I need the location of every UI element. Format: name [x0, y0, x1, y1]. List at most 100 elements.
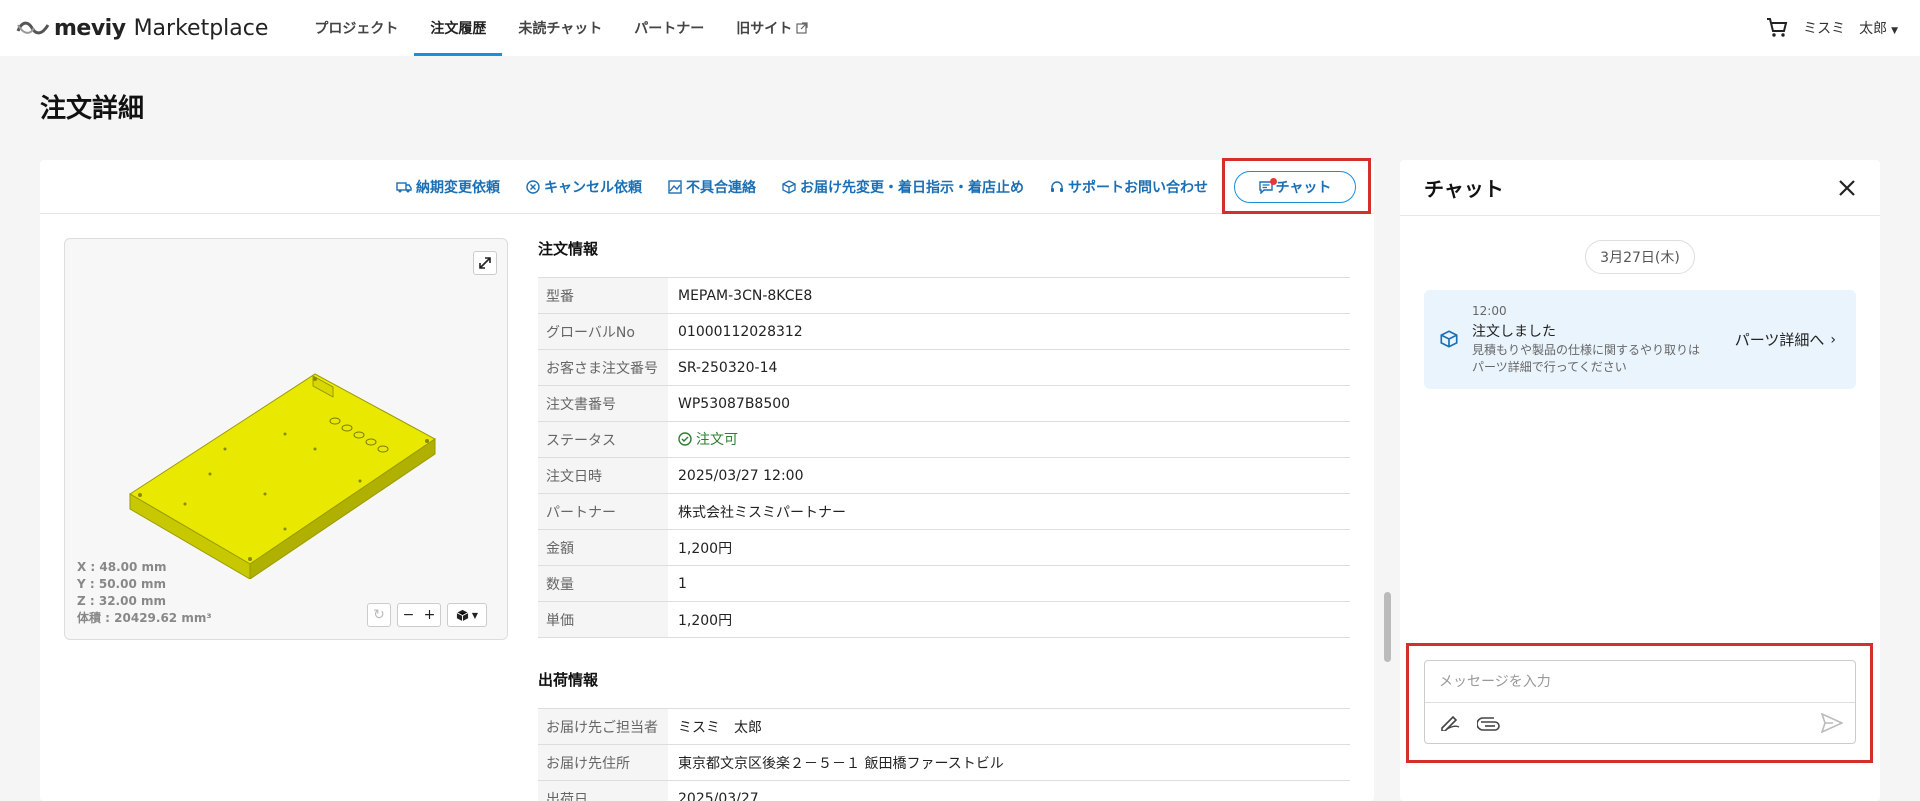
part-model-render — [129, 373, 436, 579]
chevron-down-icon: ▼ — [1891, 26, 1898, 36]
reset-view-icon[interactable]: ↻ — [367, 603, 391, 627]
table-row: 出荷日 2025/03/27 — [538, 780, 1350, 801]
row-value: 1 — [668, 565, 1350, 602]
nav-partner[interactable]: パートナー — [618, 0, 720, 56]
table-row: 金額 1,200円 — [538, 529, 1350, 566]
package-icon — [782, 179, 796, 194]
row-value: 株式会社ミスミパートナー — [668, 493, 1350, 530]
header-user-area: ミスミ 太郎 ▼ — [1765, 0, 1898, 56]
row-key: 注文日時 — [538, 457, 668, 494]
row-key: グローバルNo — [538, 313, 668, 350]
row-value: 1,200円 — [668, 529, 1350, 566]
dim-x: X : 48.00 mm — [77, 560, 167, 574]
meviy-logo-icon — [16, 21, 50, 35]
page-title: 注文詳細 — [40, 94, 145, 124]
table-row: お届け先住所 東京都文京区後楽２－５－１ 飯田橋ファーストビル — [538, 744, 1350, 781]
row-value: 1,200円 — [668, 601, 1350, 638]
date-separator: 3月27日(木) — [1585, 240, 1695, 274]
shipping-info-title: 出荷情報 — [538, 671, 599, 689]
table-row: パートナー 株式会社ミスミパートナー — [538, 493, 1350, 530]
expand-icon[interactable] — [473, 251, 497, 275]
dim-z: Z : 32.00 mm — [77, 594, 166, 608]
action-toolbar: 納期変更依頼 キャンセル依頼 不具合連絡 お届け先変更・着日指示・着店止め サポ… — [40, 160, 1374, 214]
chevron-right-icon: › — [1830, 331, 1836, 348]
row-key: お届け先住所 — [538, 744, 668, 781]
defect-report-link[interactable]: 不具合連絡 — [668, 177, 756, 197]
logo[interactable]: meviy Marketplace — [16, 0, 268, 56]
row-key: お客さま注文番号 — [538, 349, 668, 386]
chat-title: チャット — [1424, 177, 1504, 201]
cube-icon — [456, 609, 469, 621]
zoom-in-icon[interactable]: + — [424, 607, 436, 623]
defect-report-label: 不具合連絡 — [686, 179, 756, 196]
user-name: ミスミ 太郎 — [1803, 21, 1888, 37]
order-detail-card: 納期変更依頼 キャンセル依頼 不具合連絡 お届け先変更・着日指示・着店止め サポ… — [40, 160, 1374, 801]
3d-model-viewer[interactable]: X : 48.00 mm Y : 50.00 mm Z : 32.00 mm 体… — [64, 238, 508, 640]
row-key: 数量 — [538, 565, 668, 602]
zoom-controls: − + — [397, 603, 441, 627]
table-row: お客さま注文番号 SR-250320-14 — [538, 349, 1350, 386]
truck-icon — [396, 181, 412, 192]
package-icon — [1440, 330, 1458, 348]
row-value: ミスミ 太郎 — [668, 708, 1350, 745]
row-value: 2025/03/27 — [668, 780, 1350, 801]
nav-order-history[interactable]: 注文履歴 — [414, 0, 503, 56]
table-row: 注文日時 2025/03/27 12:00 — [538, 457, 1350, 494]
row-key: パートナー — [538, 493, 668, 530]
viewer-controls: ↻ − + ▼ — [367, 603, 487, 627]
table-row: 注文書番号 WP53087B8500 — [538, 385, 1350, 422]
logo-brand: meviy — [54, 15, 126, 41]
cancel-circle-icon — [526, 179, 540, 194]
chat-button-highlight — [1222, 158, 1371, 214]
view-mode-dropdown[interactable]: ▼ — [447, 603, 487, 627]
status-badge: 注文可 — [678, 429, 738, 449]
row-key: ステータス — [538, 421, 668, 458]
order-info-table: 型番 MEPAM-3CN-8KCE8 グローバルNo 01000112028312 … — [538, 277, 1350, 638]
row-key: 金額 — [538, 529, 668, 566]
table-row: 数量 1 — [538, 565, 1350, 602]
row-key: 型番 — [538, 277, 668, 314]
chat-message: 12:00 注文しました 見積もりや製品の仕様に関するやり取りは パーツ詳細で行… — [1424, 290, 1856, 389]
part-detail-link[interactable]: パーツ詳細へ › — [1735, 329, 1836, 350]
table-row: 単価 1,200円 — [538, 601, 1350, 638]
main-nav: プロジェクト 注文履歴 未読チャット パートナー 旧サイト — [298, 0, 824, 56]
close-icon[interactable] — [1838, 179, 1856, 197]
cart-icon[interactable] — [1765, 16, 1789, 40]
delivery-change-link[interactable]: 納期変更依頼 — [396, 177, 500, 197]
nav-old-site[interactable]: 旧サイト — [720, 0, 824, 56]
support-label: サポートお問い合わせ — [1068, 179, 1208, 196]
message-input-highlight — [1406, 643, 1873, 763]
address-change-link[interactable]: お届け先変更・着日指示・着店止め — [782, 177, 1024, 197]
chevron-down-icon: ▼ — [471, 610, 479, 620]
image-report-icon — [668, 179, 682, 194]
support-link[interactable]: サポートお問い合わせ — [1050, 177, 1208, 197]
dim-y: Y : 50.00 mm — [77, 577, 166, 591]
status-text: 注文可 — [696, 432, 738, 448]
order-info-title: 注文情報 — [538, 240, 599, 258]
table-row: お届け先ご担当者 ミスミ 太郎 — [538, 708, 1350, 745]
message-title: 注文しました — [1472, 324, 1556, 340]
message-description: 見積もりや製品の仕様に関するやり取りは パーツ詳細で行ってください — [1472, 343, 1701, 374]
nav-projects[interactable]: プロジェクト — [298, 0, 414, 56]
row-value: WP53087B8500 — [668, 385, 1350, 422]
dim-volume: 体積 : 20429.62 mm³ — [77, 611, 212, 625]
shipping-info-table: お届け先ご担当者 ミスミ 太郎 お届け先住所 東京都文京区後楽２－５－１ 飯田橋ファ… — [538, 708, 1350, 801]
check-circle-icon — [678, 432, 692, 446]
external-link-icon — [796, 22, 808, 34]
chat-header: チャット — [1400, 160, 1880, 216]
row-key: 注文書番号 — [538, 385, 668, 422]
row-value: MEPAM-3CN-8KCE8 — [668, 277, 1350, 314]
cancel-request-link[interactable]: キャンセル依頼 — [526, 177, 642, 197]
table-row: ステータス 注文可 — [538, 421, 1350, 458]
delivery-change-label: 納期変更依頼 — [416, 179, 500, 196]
scrollbar[interactable] — [1384, 592, 1391, 662]
row-value: 2025/03/27 12:00 — [668, 457, 1350, 494]
row-key: 単価 — [538, 601, 668, 638]
message-time: 12:00 — [1472, 304, 1507, 318]
logo-product: Marketplace — [133, 15, 269, 41]
zoom-out-icon[interactable]: − — [403, 607, 415, 623]
row-value: 01000112028312 — [668, 313, 1350, 350]
table-row: グローバルNo 01000112028312 — [538, 313, 1350, 350]
user-menu[interactable]: ミスミ 太郎 ▼ — [1803, 18, 1898, 38]
nav-unread-chat[interactable]: 未読チャット — [502, 0, 618, 56]
